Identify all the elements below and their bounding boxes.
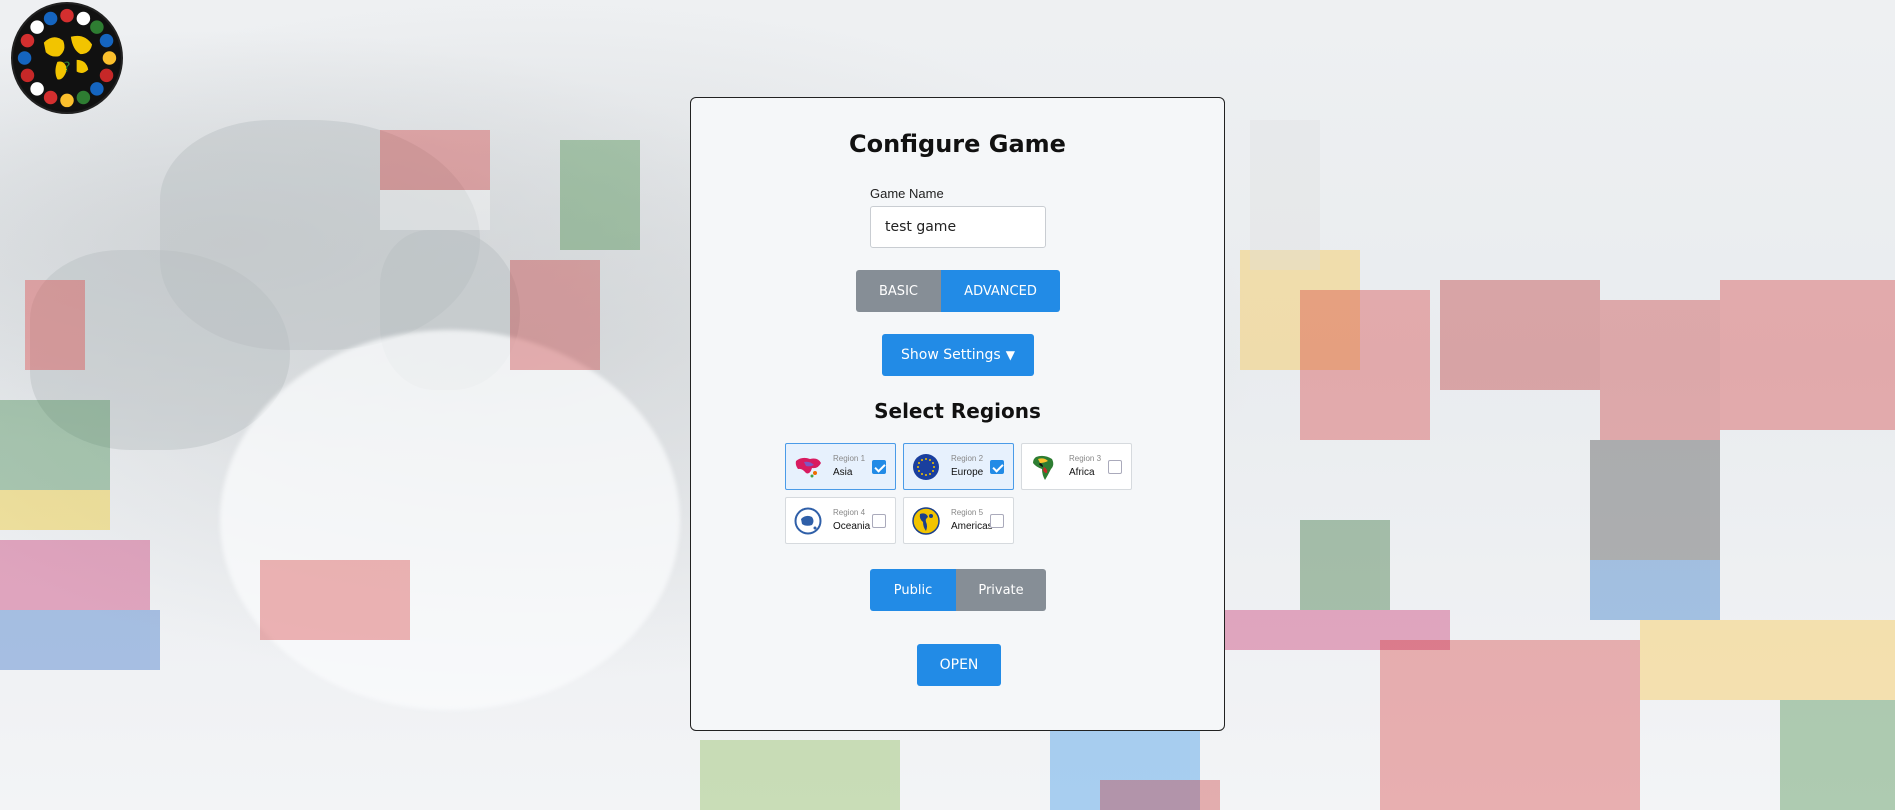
region-card-africa[interactable]: Region 3 Africa xyxy=(1021,443,1132,490)
triangle-down-icon: ▼ xyxy=(1005,348,1015,362)
americas-icon xyxy=(912,507,940,535)
game-name-label: Game Name xyxy=(870,186,944,201)
region-name: Europe xyxy=(951,467,984,478)
private-button[interactable]: Private xyxy=(956,569,1046,611)
region-number: Region 4 xyxy=(833,508,866,517)
region-checkbox-europe[interactable] xyxy=(990,460,1004,474)
region-number: Region 3 xyxy=(1069,454,1102,463)
region-number: Region 5 xyxy=(951,508,984,517)
africa-map-icon xyxy=(1030,453,1058,481)
region-checkbox-oceania[interactable] xyxy=(872,514,886,528)
select-regions-title: Select Regions xyxy=(874,399,1041,423)
region-number: Region 2 xyxy=(951,454,984,463)
open-button[interactable]: OPEN xyxy=(917,644,1001,686)
region-number: Region 1 xyxy=(833,454,866,463)
region-name: Americas xyxy=(951,521,993,532)
region-card-oceania[interactable]: Region 4 Oceania xyxy=(785,497,896,544)
region-card-asia[interactable]: Region 1 Asia xyxy=(785,443,896,490)
show-settings-label: Show Settings xyxy=(901,347,1001,363)
region-name: Asia xyxy=(833,467,853,478)
public-button[interactable]: Public xyxy=(870,569,956,611)
region-name: Africa xyxy=(1069,467,1095,478)
game-name-input[interactable] xyxy=(870,206,1046,248)
region-card-europe[interactable]: Region 2 Europe xyxy=(903,443,1014,490)
visibility-toggle: Public Private xyxy=(870,569,1046,611)
asia-map-icon xyxy=(794,453,822,481)
region-checkbox-africa[interactable] xyxy=(1108,460,1122,474)
show-settings-button[interactable]: Show Settings ▼ xyxy=(882,334,1034,376)
region-checkbox-asia[interactable] xyxy=(872,460,886,474)
mode-toggle: BASIC ADVANCED xyxy=(856,270,1060,312)
world-flags-logo-icon[interactable]: ? xyxy=(11,2,123,114)
page-title: Configure Game xyxy=(849,130,1066,158)
svg-text:?: ? xyxy=(63,59,70,75)
europe-flag-icon xyxy=(912,453,940,481)
region-name: Oceania xyxy=(833,521,871,532)
advanced-mode-button[interactable]: ADVANCED xyxy=(941,270,1060,312)
configure-game-panel: Configure Game Game Name BASIC ADVANCED … xyxy=(690,97,1225,731)
basic-mode-button[interactable]: BASIC xyxy=(856,270,941,312)
region-card-americas[interactable]: Region 5 Americas xyxy=(903,497,1014,544)
region-checkbox-americas[interactable] xyxy=(990,514,1004,528)
oceania-icon xyxy=(794,507,822,535)
